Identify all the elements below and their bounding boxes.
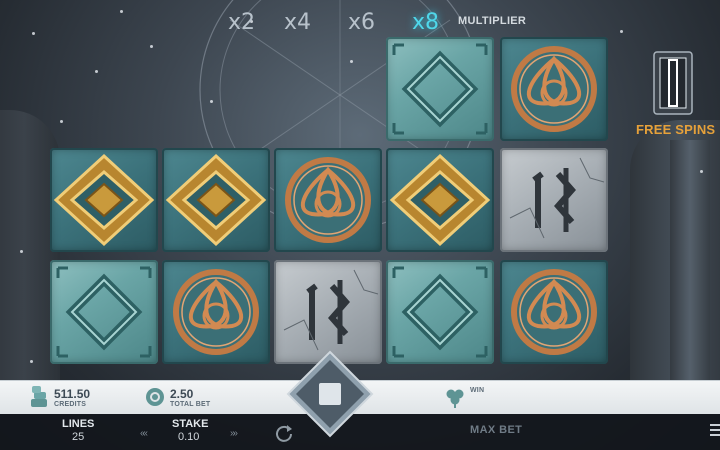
multiplier-value: x8 — [412, 10, 440, 35]
celtic-knot-icon — [511, 269, 597, 355]
snowflake — [120, 10, 123, 13]
multiplier-value: x2 — [228, 10, 256, 35]
win-stat: WIN — [470, 387, 484, 394]
reel-tile-gold-diamond — [386, 148, 494, 252]
celtic-knot-icon — [173, 269, 259, 355]
snowflake — [20, 250, 23, 253]
total-bet-stat: 2.50 TOTAL BET — [170, 387, 210, 408]
teal-diamond-icon — [56, 266, 152, 358]
gold-diamond-icon — [389, 153, 491, 247]
free-spins-label: FREE SPINS — [636, 122, 716, 137]
total-bet-value: 2.50 — [170, 387, 194, 401]
snowflake — [620, 30, 623, 33]
snowflake — [60, 120, 63, 123]
reel-tile-celtic-knot — [500, 37, 608, 141]
snowflake — [95, 70, 98, 73]
spin-button[interactable] — [286, 350, 374, 438]
rune-pillar-icon — [653, 51, 693, 115]
credits-label: CREDITS — [54, 401, 87, 408]
stone-pillar — [670, 140, 710, 400]
stake-label: STAKE — [172, 418, 209, 430]
ten-rune-icon — [509, 157, 605, 239]
coins-icon — [31, 386, 47, 407]
snowflake — [150, 45, 153, 48]
lines-label: LINES — [62, 418, 95, 430]
reel-tile-ten-rune — [274, 260, 382, 364]
reel-tile-celtic-knot — [500, 260, 608, 364]
reel-tile-celtic-knot — [274, 148, 382, 252]
reel-tile-teal-diamond — [386, 37, 494, 141]
teal-diamond-icon — [392, 266, 488, 358]
hamburger-icon[interactable] — [710, 424, 720, 438]
total-bet-label: TOTAL BET — [170, 401, 211, 408]
snowflake — [210, 100, 213, 103]
snowflake — [30, 360, 33, 363]
stake-value[interactable]: 0.10 — [178, 431, 199, 443]
chip-icon — [146, 388, 164, 406]
reel-tile-ten-rune — [500, 148, 608, 252]
celtic-knot-icon — [285, 157, 371, 243]
reel-tile-celtic-knot — [162, 260, 270, 364]
snowflake — [350, 60, 353, 63]
gold-diamond-icon — [53, 153, 155, 247]
multiplier-label: MULTIPLIER — [458, 15, 527, 27]
reel-tile-teal-diamond — [386, 260, 494, 364]
teal-diamond-icon — [392, 43, 488, 135]
reel-tile-teal-diamond — [50, 260, 158, 364]
clover-icon — [446, 389, 464, 408]
celtic-knot-icon — [511, 46, 597, 132]
win-label: WIN — [470, 387, 485, 394]
gold-diamond-icon — [165, 153, 267, 247]
credits-value: 511.50 — [54, 387, 91, 401]
stake-decrease-icon[interactable]: « « — [140, 428, 148, 439]
max-bet-button[interactable]: MAX BET — [470, 424, 522, 436]
reel-tile-gold-diamond — [162, 148, 270, 252]
multiplier-value: x4 — [284, 10, 312, 35]
ten-rune-icon — [283, 269, 379, 351]
lines-value[interactable]: 25 — [72, 431, 84, 443]
snowflake — [32, 32, 35, 35]
multiplier-value: x6 — [348, 10, 376, 35]
reel-tile-gold-diamond — [50, 148, 158, 252]
snowflake — [700, 170, 703, 173]
stop-square-icon — [319, 383, 341, 405]
credits-stat: 511.50 CREDITS — [54, 387, 90, 408]
stake-increase-icon[interactable]: » » — [230, 428, 238, 439]
